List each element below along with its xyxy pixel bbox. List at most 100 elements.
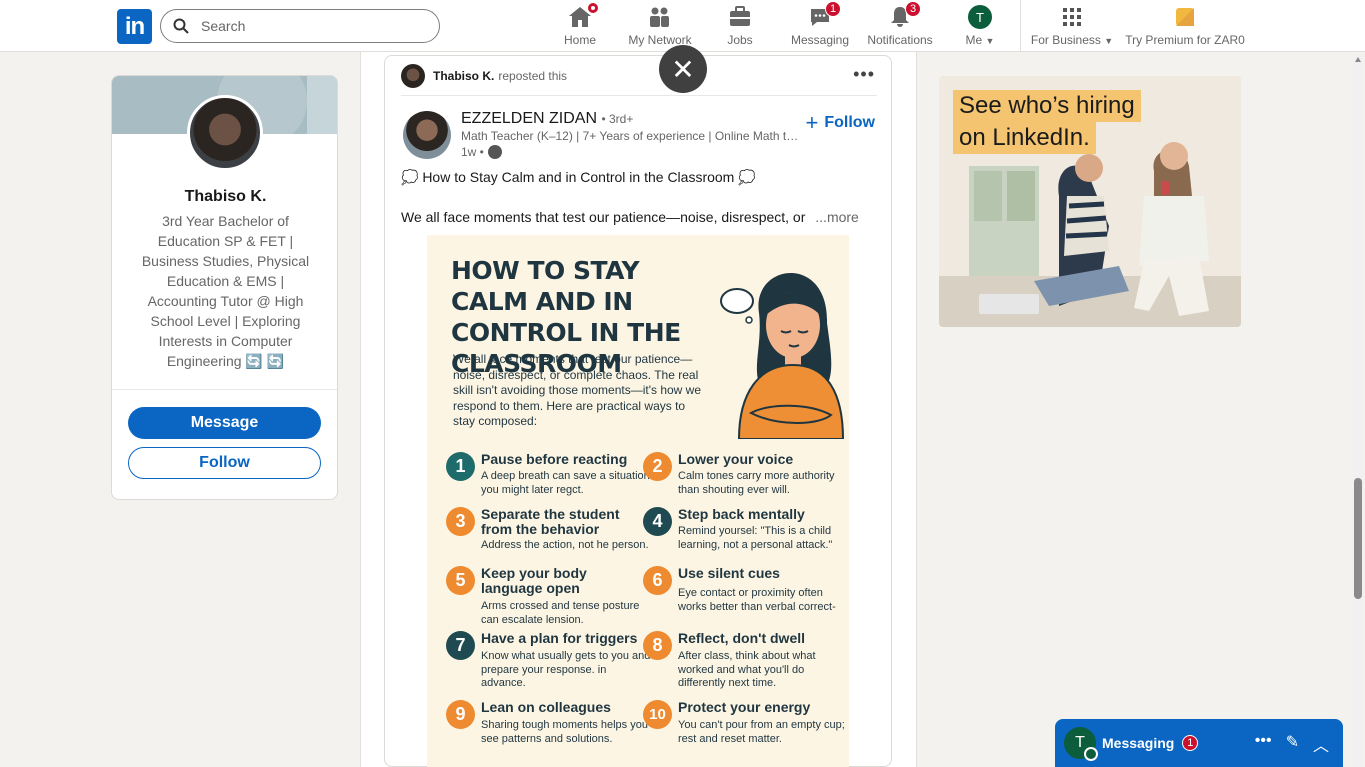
globe-icon — [487, 145, 502, 159]
avatar: T — [1064, 727, 1098, 761]
messaging-title[interactable]: Messaging — [1102, 735, 1174, 751]
tip-title: Separate the student from the behavior — [481, 506, 620, 537]
tip-number: 6 — [643, 566, 672, 595]
profile-headline: 3rd Year Bachelor of Education SP & FET … — [141, 213, 310, 369]
messaging-actions: ••• ✎ ︿ — [1255, 732, 1329, 756]
page-scrollbar[interactable] — [1353, 55, 1363, 767]
tip-title: Use silent cues — [678, 565, 780, 581]
tip-desc: Address the action, not he person. — [481, 539, 649, 551]
nav-jobs[interactable]: Jobs — [724, 4, 756, 48]
profile-card: Thabiso K. 3rd Year Bachelor of Educatio… — [111, 75, 338, 500]
premium-icon — [1176, 8, 1194, 26]
profile-avatar[interactable] — [187, 95, 263, 171]
plus-icon: + — [805, 110, 819, 135]
nav-label: For Business ▼ — [1030, 33, 1114, 47]
tip-desc: Eye contact or proximity often works bet… — [678, 587, 836, 613]
scroll-up-arrow-icon[interactable] — [1355, 57, 1361, 62]
author-subtitle: Math Teacher (K–12) | 7+ Years of experi… — [461, 129, 801, 143]
compose-icon[interactable]: ✎ — [1286, 732, 1299, 756]
profile-name[interactable]: Thabiso K. — [112, 188, 337, 206]
follow-button[interactable]: Follow — [128, 447, 321, 479]
nav-my-network[interactable]: My Network — [626, 4, 694, 48]
network-icon — [650, 7, 669, 27]
search-icon — [173, 18, 189, 34]
repost-header: Thabiso K. reposted this — [401, 64, 568, 88]
tip-number: 3 — [446, 507, 475, 536]
notifications-badge: 3 — [905, 1, 921, 17]
nav-label: Notifications — [867, 33, 933, 47]
tip-number: 7 — [446, 631, 475, 660]
ad-banner[interactable]: See who’s hiring on LinkedIn. — [939, 76, 1241, 327]
divider — [401, 95, 877, 96]
ad-headline: See who’s hiring on LinkedIn. — [953, 90, 1141, 154]
tip-number: 8 — [643, 631, 672, 660]
nav-me[interactable]: T Me ▼ — [960, 4, 1000, 48]
messaging-bar[interactable]: T Messaging 1 ••• ✎ ︿ — [1055, 719, 1343, 767]
avatar: T — [968, 5, 992, 29]
tip-title: Pause before reacting — [481, 451, 628, 467]
tip-title: Lean on colleagues — [481, 699, 611, 715]
tip-number: 9 — [446, 700, 475, 729]
author-name[interactable]: EZZELDEN ZIDAN • 3rd+ — [461, 110, 633, 128]
tip-desc: Know what usually gets to you and prepar… — [481, 650, 651, 689]
nav-for-business[interactable]: For Business ▼ — [1030, 4, 1114, 48]
follow-author-button[interactable]: + Follow — [805, 110, 875, 135]
messaging-count-badge: 1 — [1182, 735, 1199, 751]
grid-icon — [1063, 8, 1081, 26]
nav-label: Try Premium for ZAR0 — [1125, 33, 1245, 47]
tip-desc: After class, think about what worked and… — [678, 650, 816, 689]
tip-title: Step back mentally — [678, 506, 805, 522]
nav-notifications[interactable]: 3 Notifications — [866, 1, 934, 48]
nav-try-premium[interactable]: Try Premium for ZAR0 — [1125, 4, 1245, 48]
tip-desc: Remind yoursel: "This is a child learnin… — [678, 525, 833, 551]
post-body: We all face moments that test our patien… — [401, 209, 859, 225]
nav-label: Me ▼ — [965, 33, 995, 47]
tip-number: 10 — [643, 700, 672, 729]
home-notification-dot — [586, 1, 600, 15]
reposter-name[interactable]: Thabiso K. — [433, 69, 494, 83]
divider — [112, 389, 337, 390]
tip-title: Lower your voice — [678, 451, 794, 467]
linkedin-logo[interactable]: in — [117, 9, 152, 44]
connection-degree: • 3rd+ — [601, 112, 634, 126]
tip-desc: You can't pour from an empty cup; rest a… — [678, 719, 845, 745]
nav-messaging[interactable]: 1 Messaging — [790, 1, 850, 48]
tip-title: Reflect, don't dwell — [678, 630, 806, 646]
tip-number: 1 — [446, 452, 475, 481]
tip-number: 2 — [643, 452, 672, 481]
nav-label: Home — [563, 33, 596, 47]
woman-illustration — [720, 273, 844, 439]
see-more-link[interactable]: ...more — [815, 209, 859, 225]
more-options-icon[interactable]: ••• — [1255, 732, 1272, 756]
chevron-down-icon: ▼ — [1104, 36, 1114, 46]
more-options-icon[interactable]: ••• — [853, 65, 875, 83]
author-avatar[interactable] — [403, 111, 451, 159]
post-image[interactable]: HOW TO STAY CALM AND IN CONTROL IN THE C… — [427, 235, 849, 767]
tip-title: Keep your body language open — [481, 565, 587, 596]
briefcase-icon — [730, 6, 750, 26]
infographic-intro: We all face moments that test our patien… — [453, 352, 702, 428]
messaging-badge: 1 — [825, 1, 841, 17]
tip-desc: Calm tones carry more authority than sho… — [678, 470, 835, 496]
close-icon[interactable]: ✕ — [659, 45, 707, 93]
tip-desc: A deep breath can save a situation you m… — [481, 470, 650, 496]
tip-number: 5 — [446, 566, 475, 595]
reposter-avatar[interactable] — [401, 64, 425, 88]
tip-title: Protect your energy — [678, 699, 811, 715]
search-input[interactable] — [201, 18, 421, 34]
chevron-down-icon: ▼ — [985, 36, 995, 46]
tip-title: Have a plan for triggers — [481, 630, 638, 646]
tip-desc: Arms crossed and tense posture can escal… — [481, 600, 640, 626]
nav-label: Messaging — [790, 33, 850, 47]
nav-label: Jobs — [727, 33, 753, 47]
post-title: 💭 How to Stay Calm and in Control in the… — [401, 169, 756, 185]
message-button[interactable]: Message — [128, 407, 321, 439]
nav-home[interactable]: Home — [560, 1, 600, 48]
tip-number: 4 — [643, 507, 672, 536]
scrollbar-thumb[interactable] — [1354, 478, 1362, 599]
repost-text: reposted this — [498, 69, 568, 83]
search-box[interactable] — [160, 9, 440, 43]
post-time: 1w • — [461, 145, 502, 159]
chevron-up-icon[interactable]: ︿ — [1313, 732, 1329, 756]
nav-divider — [1020, 0, 1021, 52]
